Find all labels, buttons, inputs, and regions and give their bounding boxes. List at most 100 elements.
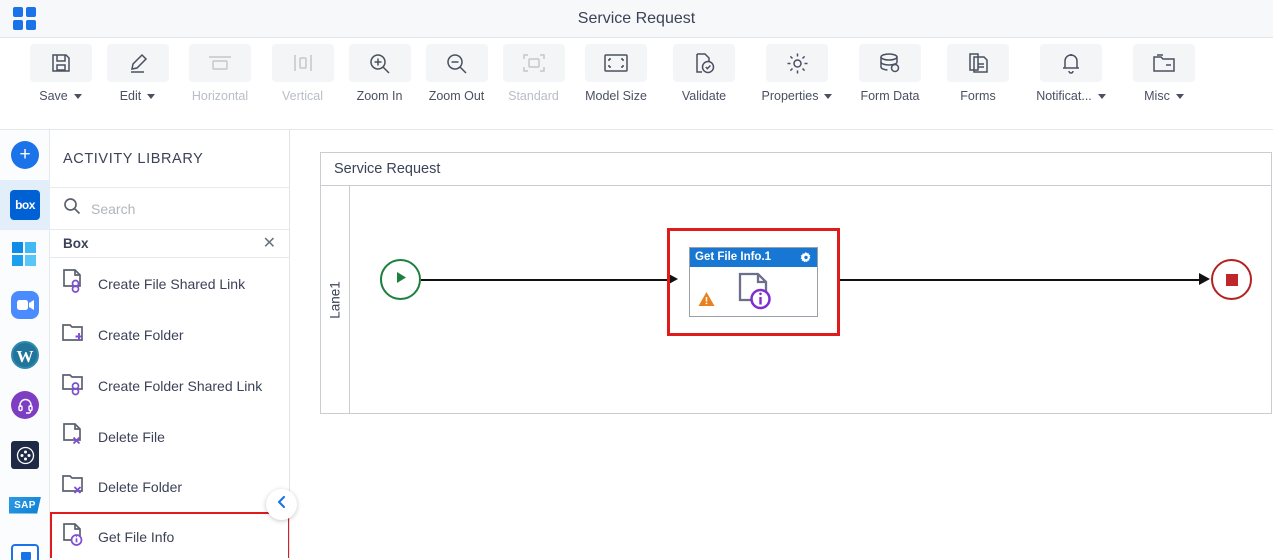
activity-library-panel: ACTIVITY LIBRARY Box ✕ [50,130,297,560]
toolbar-label: Save [39,89,68,103]
rail-item-sap[interactable]: SAP [0,480,50,530]
toolbar-label: Zoom Out [428,89,485,103]
vertical-align-button[interactable]: Vertical [264,38,341,120]
list-item-create-folder[interactable]: Create Folder [50,310,289,360]
blue-frame-icon [11,544,39,560]
rail-item-wordpress[interactable]: W [0,330,50,380]
activity-label: Get File Info [98,529,175,545]
rail-item-microsoft[interactable] [0,230,50,280]
lane-header: Lane1 [321,186,350,413]
folder-add-icon [61,321,87,350]
model-size-button[interactable]: Model Size [572,38,660,120]
list-item-delete-folder[interactable]: Delete Folder [50,462,289,512]
toolbar-label: Properties [761,89,819,103]
toolbar-label: Misc [1144,89,1170,103]
search-icon [63,197,81,220]
file-info-icon [736,272,776,319]
toolbar-label: Model Size [585,89,647,103]
folder-delete-icon [61,472,87,503]
toolbar-label: Vertical [282,89,323,103]
toolbar-label: Notificat... [1036,89,1092,103]
activity-search-row [50,188,289,230]
horizontal-align-icon [189,44,251,82]
chevron-down-icon [1175,93,1184,99]
toolbar-label: Standard [508,89,559,103]
rail-item-box[interactable]: box [0,180,50,230]
rail-item-zoom[interactable] [0,280,50,330]
save-button[interactable]: Save [22,38,99,120]
chevron-down-icon [824,93,833,99]
search-input[interactable] [91,200,251,217]
lane-body: Get File Info.1 [350,186,1271,413]
list-item-create-folder-shared-link[interactable]: Create Folder Shared Link [50,360,289,412]
toolbar-label: Validate [681,89,727,103]
lane-label-text: Lane1 [327,280,343,319]
list-item-get-file-info[interactable]: Get File Info [50,512,289,558]
task-get-file-info[interactable]: Get File Info.1 [689,247,818,317]
vertical-align-icon [271,44,334,82]
horizontal-align-button[interactable]: Horizontal [176,38,264,120]
toolbar-label: Horizontal [191,89,249,103]
list-item-delete-file[interactable]: Delete File [50,412,289,462]
title-bar: Service Request [0,0,1273,38]
pencil-edit-icon [106,44,169,82]
plus-circle-icon: + [11,141,39,169]
activity-label: Create Folder Shared Link [98,378,263,394]
dark-circle-icon [11,441,39,469]
sequence-flow-1[interactable] [421,279,671,281]
standard-size-button[interactable]: Standard [495,38,572,120]
sequence-flow-2[interactable] [840,279,1202,281]
close-icon[interactable]: ✕ [263,235,276,252]
stop-square-icon [1225,273,1238,286]
properties-button[interactable]: Properties [748,38,846,120]
rail-item-more-app[interactable] [0,530,50,560]
end-event[interactable] [1211,259,1252,300]
validate-check-icon [673,44,735,82]
folder-shared-link-icon [61,370,87,403]
rail-item-add-connector[interactable]: + [0,130,50,180]
save-floppy-icon [29,44,92,82]
rail-item-support[interactable] [0,380,50,430]
main-toolbar: Save Edit Horizontal Vertical Zoom In Zo… [0,38,1273,130]
forms-button[interactable]: Forms [934,38,1022,120]
document-icon [947,44,1009,82]
form-data-button[interactable]: Form Data [846,38,934,120]
zoom-video-icon [11,291,39,319]
toolbar-label: Forms [960,89,996,103]
notifications-button[interactable]: Notificat... [1022,38,1120,120]
database-icon [859,44,921,82]
misc-button[interactable]: Misc [1120,38,1208,120]
activity-label: Delete Folder [98,479,183,495]
panel-collapse-button[interactable] [266,489,297,520]
sap-logo-icon: SAP [9,496,41,514]
headset-icon [11,391,39,419]
page-title: Service Request [577,10,696,27]
box-logo-icon: box [10,190,40,220]
gear-icon[interactable] [800,251,812,264]
group-label: Box [63,236,89,251]
warning-triangle-icon [698,291,715,312]
standard-size-icon [502,44,565,82]
pool-body: Lane1 Get File Info.1 [321,186,1271,413]
process-canvas[interactable]: Service Request Lane1 Get File Info.1 [291,130,1273,560]
activity-group-box: Box ✕ [50,230,289,258]
chevron-down-icon [1097,93,1106,99]
activity-list: Create File Shared Link Create Folder Cr… [50,258,289,558]
task-body [690,267,817,317]
rail-item-integration[interactable] [0,430,50,480]
validate-button[interactable]: Validate [660,38,748,120]
task-title: Get File Info.1 [695,251,772,263]
toolbar-label: Form Data [860,89,920,103]
zoom-out-button[interactable]: Zoom Out [418,38,495,120]
wordpress-logo-icon: W [11,341,39,369]
list-item-create-file-shared-link[interactable]: Create File Shared Link [50,258,289,310]
pool-title: Service Request [321,153,1271,186]
file-delete-icon [61,422,87,453]
chevron-left-icon [276,495,288,514]
start-event[interactable] [380,259,421,300]
edit-button[interactable]: Edit [99,38,176,120]
file-shared-link-icon [61,268,87,301]
play-triangle-icon [394,270,408,290]
zoom-in-button[interactable]: Zoom In [341,38,418,120]
app-connector-rail: + box W SAP [0,130,50,560]
